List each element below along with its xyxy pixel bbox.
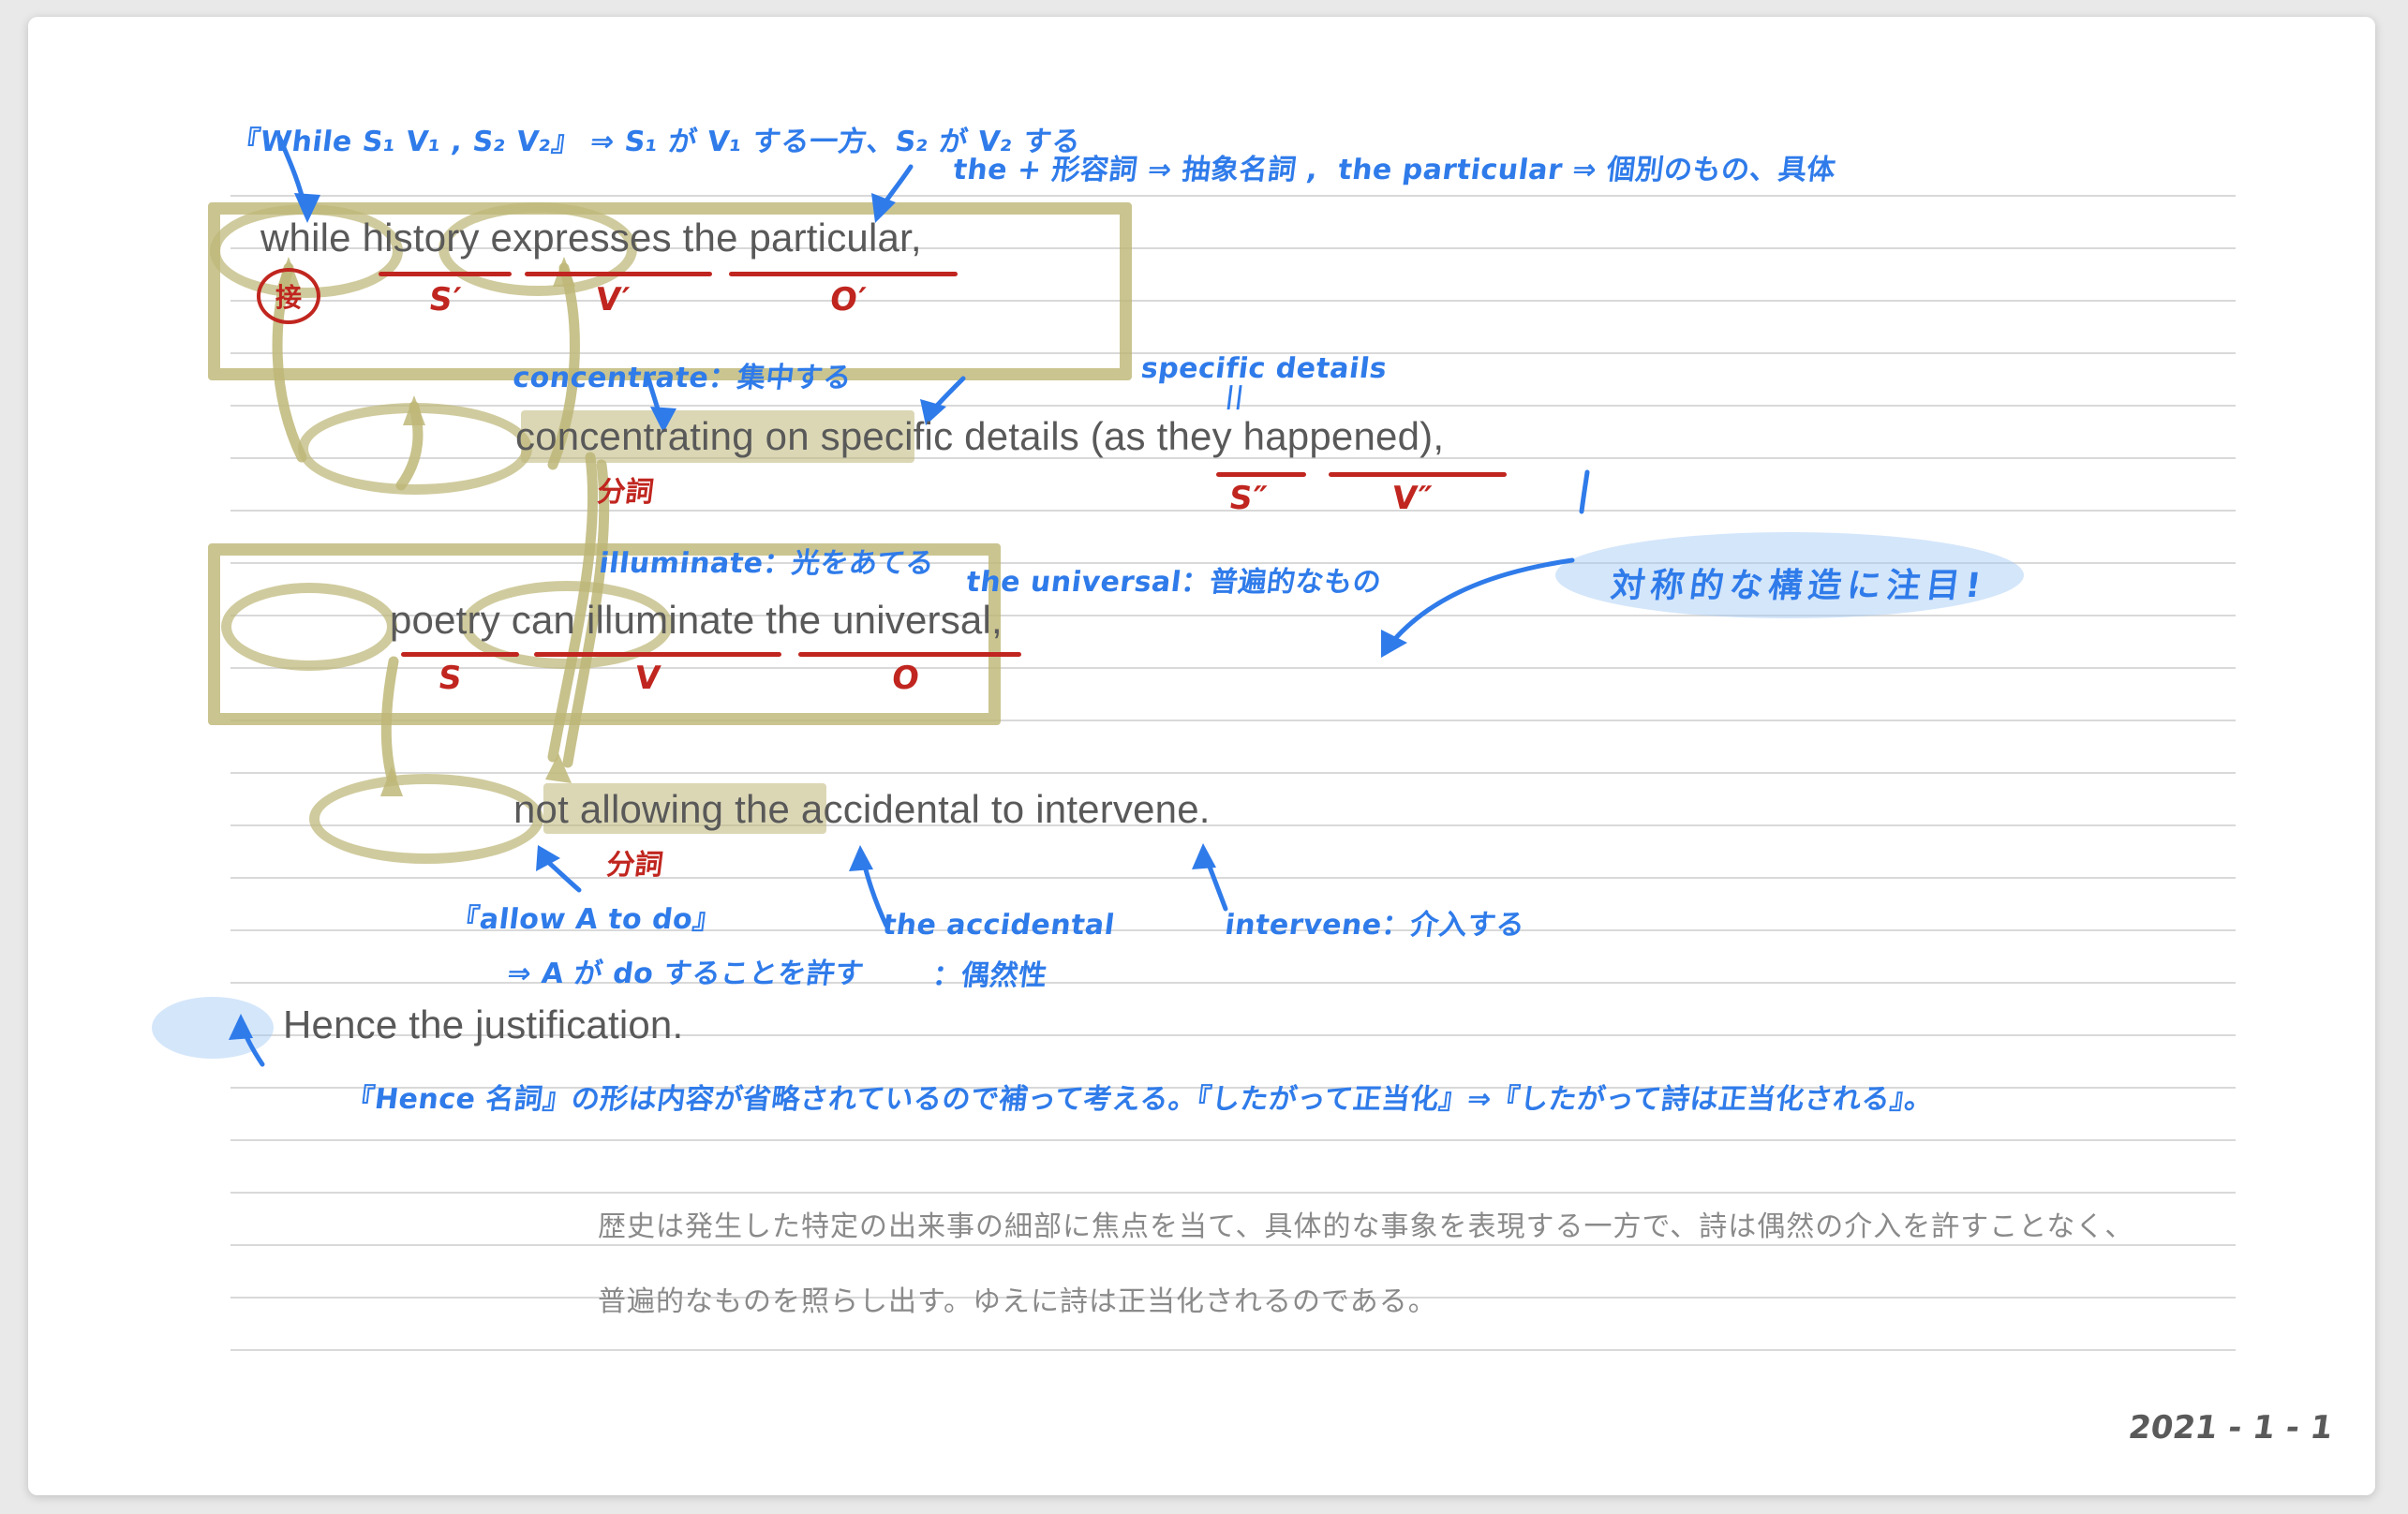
label-v: V xyxy=(632,660,662,697)
rule-line xyxy=(230,1244,2236,1246)
sentence-line-2: concentrating on specific details (as th… xyxy=(515,414,1445,458)
underline-s xyxy=(401,652,519,657)
annotation-concentrate: concentrate：集中する xyxy=(511,362,855,394)
underline-v-double xyxy=(1329,472,1507,477)
rule-line xyxy=(230,1349,2236,1351)
translation-line-2: 普遍的なものを照らし出す。ゆえに詩は正当化されるのである。 xyxy=(598,1286,1437,1317)
label-participle-2: 分詞 xyxy=(604,849,665,882)
label-s-double: S″ xyxy=(1226,480,1270,517)
annotation-the-accidental: the accidental xyxy=(880,909,1117,942)
annotation-allow-meaning: ⇒ A が do することを許す xyxy=(505,957,866,990)
annotation-allow-pattern: 『allow A to do』 xyxy=(449,903,723,936)
label-s: S xyxy=(436,660,464,697)
label-o-prime: O′ xyxy=(827,281,869,319)
annotation-the-adjective: the + 形容詞 ⇒ 抽象名詞 , the particular ⇒ 個別のも… xyxy=(951,154,1838,186)
olive-ellipse-concentrating xyxy=(298,403,532,495)
date-stamp: 2021 - 1 - 1 xyxy=(2126,1409,2336,1447)
underline-o-prime xyxy=(729,272,958,276)
olive-ellipse-not-allowing xyxy=(309,774,543,864)
annotation-equals-sign: || xyxy=(1224,382,1246,410)
underline-o xyxy=(798,652,1021,657)
annotation-symmetry-note: 対称的な構造に注目! xyxy=(1609,567,1989,605)
rule-line xyxy=(230,877,2236,879)
annotation-the-accidental-meaning: ：偶然性 xyxy=(930,959,1049,992)
annotation-the-universal: the universal：普遍的なもの xyxy=(964,566,1384,599)
label-o: O xyxy=(889,660,922,697)
notebook-page: 接 while history expresses the particular… xyxy=(0,0,2408,1514)
label-v-double: V″ xyxy=(1390,480,1434,517)
sentence-line-5: Hence the justification. xyxy=(283,1002,684,1046)
annotation-hence-note: 『Hence 名詞』の形は内容が省略されているので補って考える。『したがって正当… xyxy=(344,1083,1936,1116)
sentence-line-3: poetry can illuminate the universal, xyxy=(390,598,1003,642)
paper-sheet: 接 while history expresses the particular… xyxy=(28,17,2375,1495)
blue-highlight-hence xyxy=(152,997,274,1059)
annotation-illuminate: illuminate：光をあてる xyxy=(597,547,937,580)
olive-ellipse-poetry xyxy=(221,583,397,671)
annotation-specific-details: specific details xyxy=(1138,352,1390,385)
label-participle-1: 分詞 xyxy=(595,476,656,509)
sentence-line-1: while history expresses the particular, xyxy=(260,215,922,260)
label-s-prime: S′ xyxy=(426,281,463,319)
annotation-intervene: intervene：介入する xyxy=(1223,909,1527,942)
translation-line-1: 歴史は発生した特定の出来事の細部に焦点を当て、具体的な事象を表現する一方で、詩は… xyxy=(598,1211,2134,1242)
rule-line xyxy=(230,772,2236,774)
rule-line xyxy=(230,1139,2236,1141)
underline-s-prime xyxy=(379,272,512,276)
rule-line xyxy=(230,195,2236,197)
underline-v-prime xyxy=(525,272,712,276)
conjunction-stamp: 接 xyxy=(257,268,320,324)
sentence-line-4: not allowing the accidental to intervene… xyxy=(513,787,1211,831)
label-v-prime: V′ xyxy=(593,281,632,319)
underline-s-double xyxy=(1216,472,1306,477)
rule-line xyxy=(230,1192,2236,1194)
underline-v xyxy=(534,652,781,657)
